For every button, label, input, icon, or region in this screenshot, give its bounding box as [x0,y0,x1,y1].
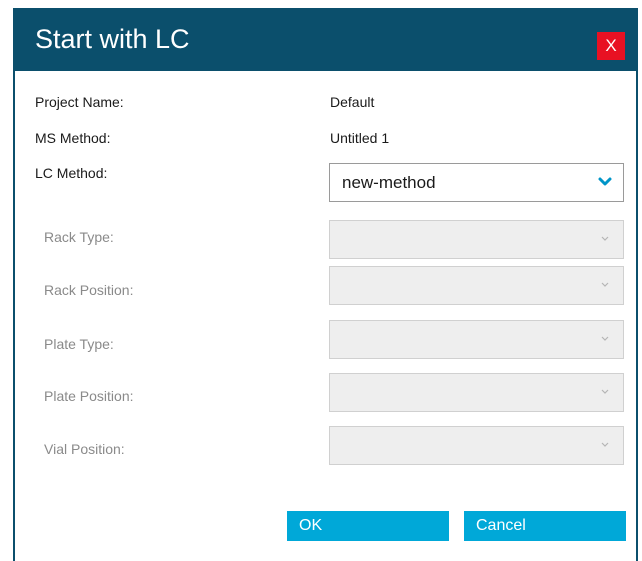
plate-type-label: Plate Type: [44,336,114,352]
rack-position-select[interactable] [329,266,624,305]
lc-method-select[interactable]: new-method [329,163,624,202]
ok-button[interactable]: OK [287,511,449,541]
dialog-title: Start with LC [35,24,190,54]
vial-position-select[interactable] [329,426,624,465]
rack-type-label: Rack Type: [44,229,114,245]
vial-position-label: Vial Position: [44,441,125,457]
chevron-down-icon [601,336,609,341]
ms-method-value: Untitled 1 [330,130,390,146]
close-button[interactable]: X [597,32,625,60]
chevron-down-icon [601,442,609,447]
chevron-down-icon [598,177,612,186]
lc-method-label: LC Method: [35,165,108,181]
cancel-button[interactable]: Cancel [464,511,626,541]
project-name-label: Project Name: [35,94,124,110]
ms-method-label: MS Method: [35,130,111,146]
plate-position-select[interactable] [329,373,624,412]
plate-position-label: Plate Position: [44,388,134,404]
plate-type-select[interactable] [329,320,624,359]
chevron-down-icon [601,236,609,241]
project-name-value: Default [330,94,375,110]
lc-method-selected-value: new-method [342,173,436,192]
chevron-down-icon [601,282,609,287]
rack-position-label: Rack Position: [44,282,134,298]
rack-type-select[interactable] [329,220,624,259]
close-icon: X [605,36,617,55]
title-bar: Start with LC X [13,8,638,71]
chevron-down-icon [601,389,609,394]
